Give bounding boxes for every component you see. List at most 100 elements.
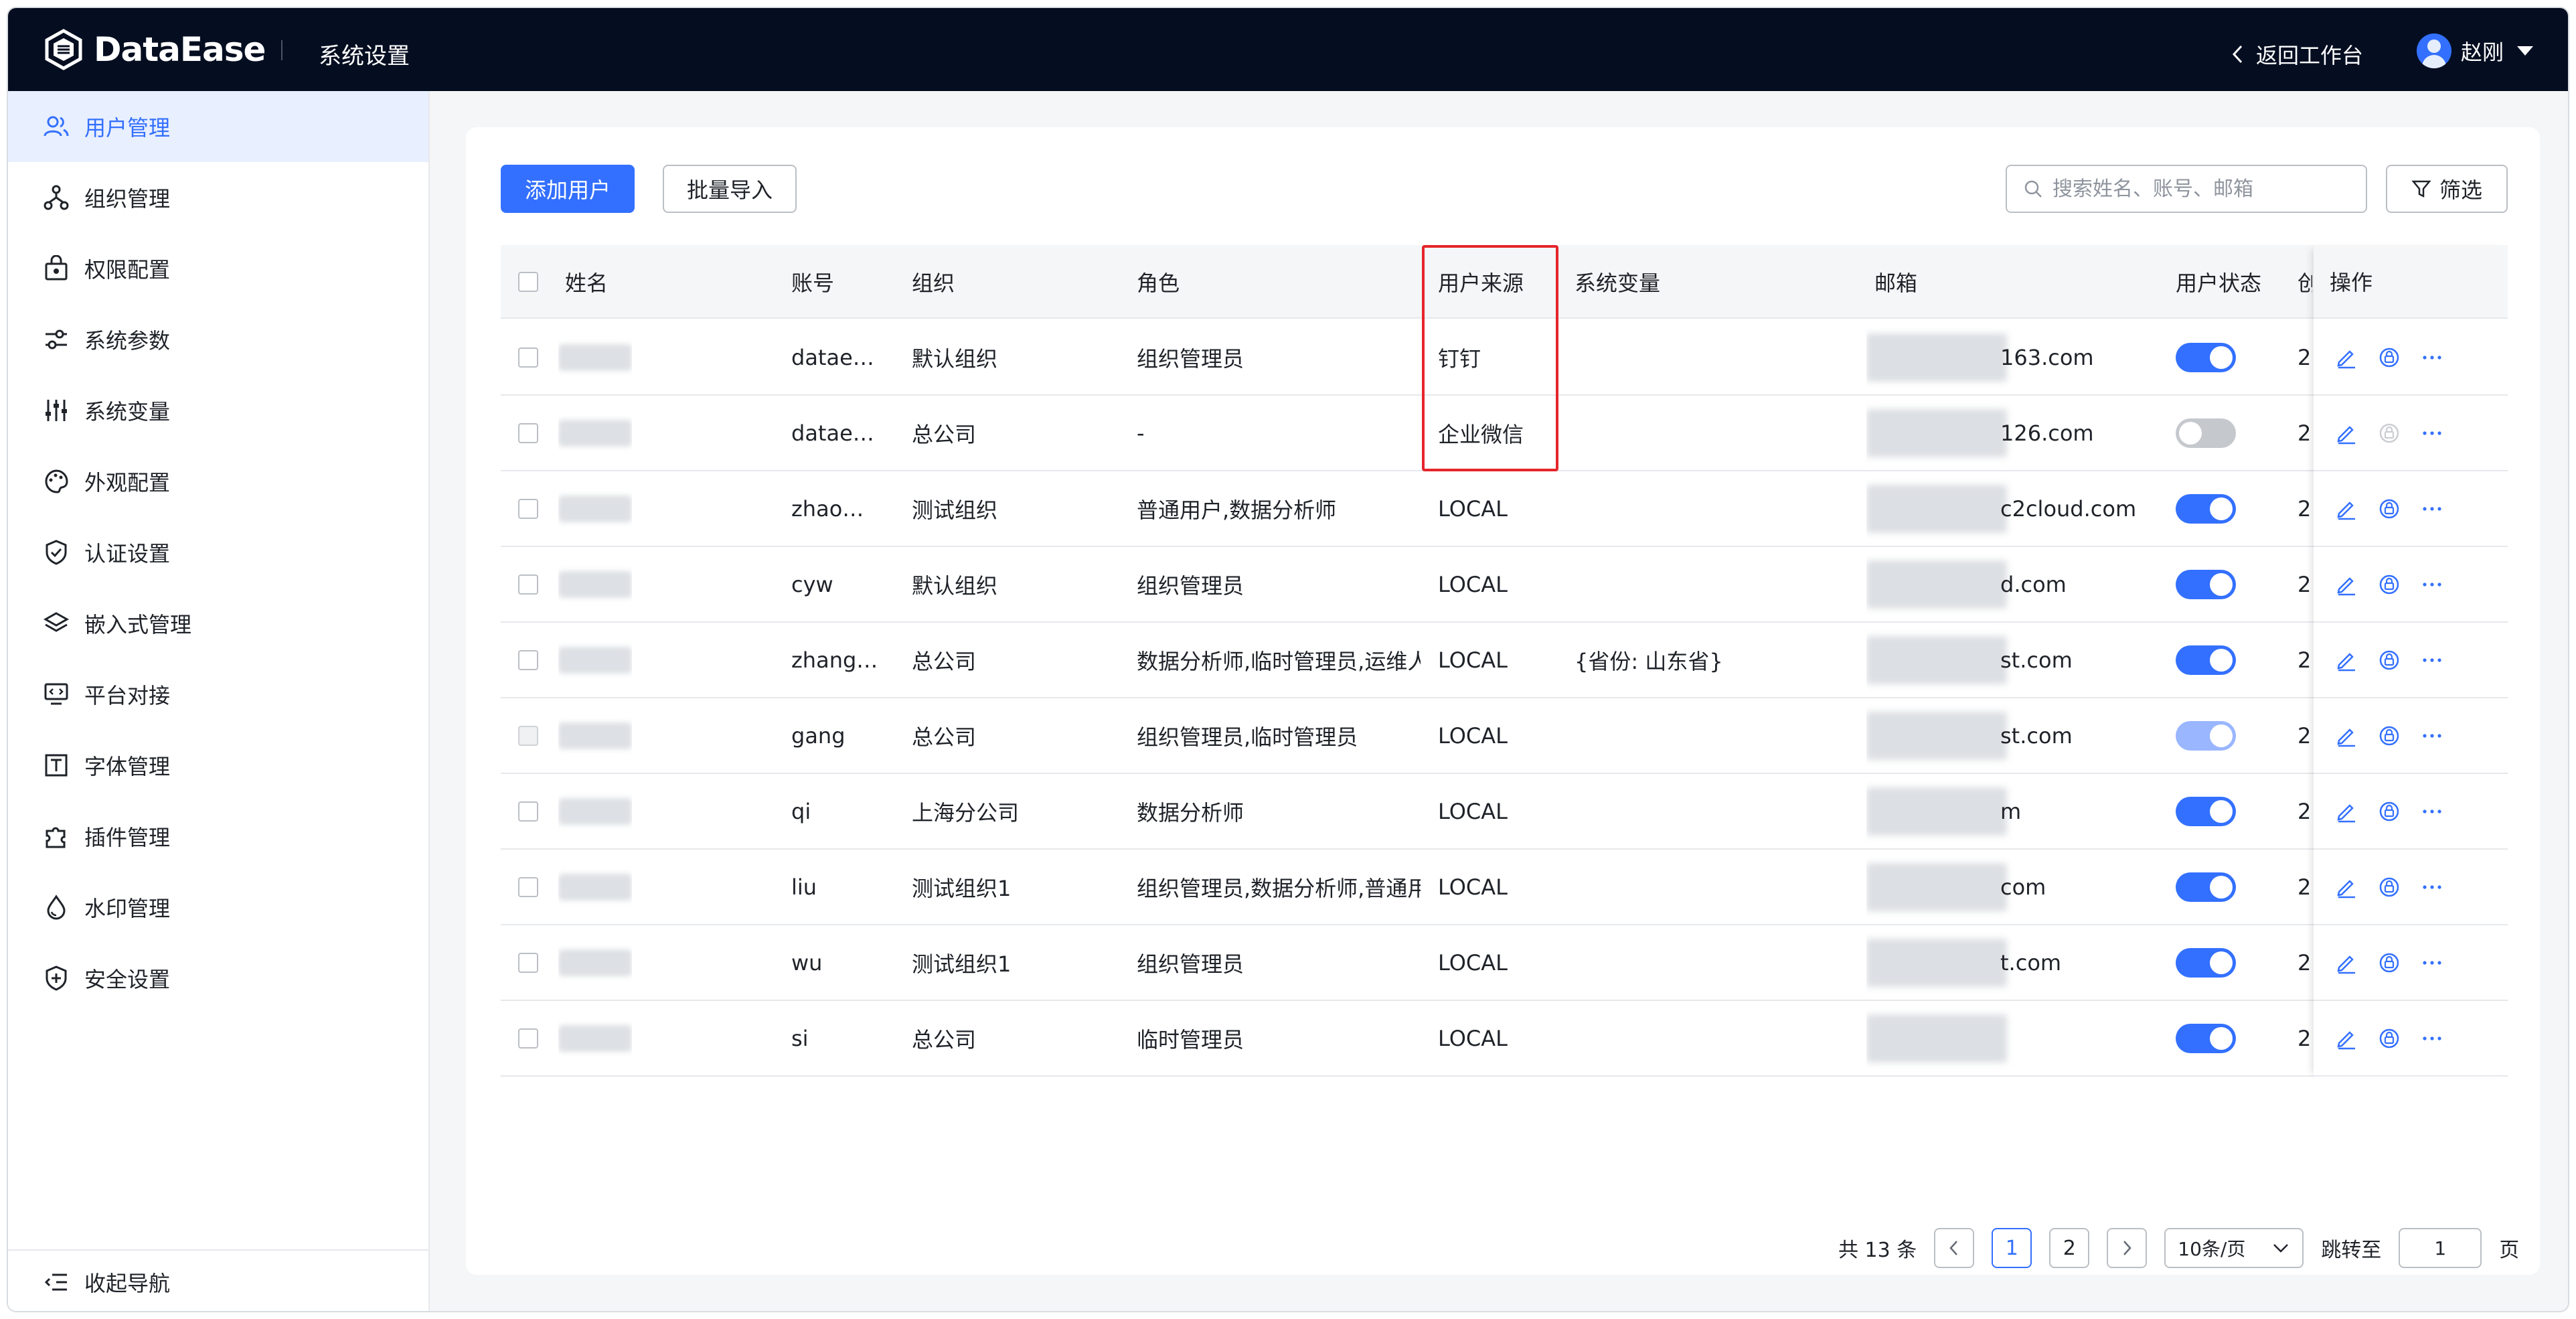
status-toggle[interactable] [2176,720,2236,751]
edit-icon[interactable] [2335,649,2358,672]
status-toggle[interactable] [2176,872,2236,902]
status-toggle[interactable] [2176,796,2236,826]
row-select-cell[interactable] [518,320,538,394]
logo[interactable]: DataEase [43,28,266,71]
status-toggle[interactable] [2176,1023,2236,1053]
edit-icon[interactable] [2335,346,2358,369]
edit-icon[interactable] [2335,422,2358,445]
sidebar-item-security[interactable]: 安全设置 [8,943,428,1014]
next-page-button[interactable] [2107,1228,2148,1268]
more-icon[interactable] [2421,497,2443,520]
reset-password-icon[interactable] [2378,497,2401,520]
sidebar-item-auth[interactable]: 认证设置 [8,517,428,588]
row-select-cell[interactable] [518,471,538,546]
row-select-cell[interactable] [518,698,538,773]
status-toggle[interactable] [2176,418,2236,448]
more-icon[interactable] [2421,649,2443,672]
filter-button[interactable]: 筛选 [2386,165,2508,213]
reset-password-icon[interactable] [2378,1027,2401,1050]
row-checkbox[interactable] [518,649,538,670]
status-toggle[interactable] [2176,947,2236,978]
row-select-cell[interactable] [518,396,538,470]
more-icon[interactable] [2421,346,2443,369]
more-icon[interactable] [2421,1027,2443,1050]
table-row[interactable]: zhang… 总公司 数据分析师,临时管理员,运维人 LOCAL {省份: 山东省} st… [501,623,2508,698]
edit-icon[interactable] [2335,876,2358,899]
collapse-nav-button[interactable]: 收起导航 [8,1249,428,1311]
sidebar-item-permission[interactable]: 权限配置 [8,233,428,304]
select-all-cell[interactable] [518,245,538,319]
jump-page-input[interactable]: 1 [2399,1228,2482,1268]
row-select-cell[interactable] [518,925,538,1000]
more-icon[interactable] [2421,422,2443,445]
edit-icon[interactable] [2335,1027,2358,1050]
status-toggle[interactable] [2176,569,2236,599]
add-user-button[interactable]: 添加用户 [501,165,635,213]
row-checkbox[interactable] [518,422,538,443]
row-checkbox[interactable] [518,801,538,822]
edit-icon[interactable] [2335,951,2358,974]
row-checkbox[interactable] [518,1028,538,1049]
cell-source: LOCAL [1438,798,1508,824]
more-icon[interactable] [2421,951,2443,974]
row-select-cell[interactable] [518,1001,538,1075]
table-row[interactable]: wu 测试组织1 组织管理员 LOCAL t.com 20 [501,925,2508,1001]
sidebar-item-platform[interactable]: 平台对接 [8,659,428,730]
reset-password-icon[interactable] [2378,573,2401,596]
operations-cell [2314,623,2508,698]
row-select-cell[interactable] [518,547,538,621]
prev-page-button[interactable] [1934,1228,1975,1268]
sidebar-item-embedded[interactable]: 嵌入式管理 [8,588,428,659]
back-to-workbench-button[interactable]: 返回工作台 [2229,39,2363,70]
table-row[interactable]: zhao… 测试组织 普通用户,数据分析师 LOCAL c2cloud.com 20 [501,471,2508,547]
table-row[interactable]: cyw 默认组织 组织管理员 LOCAL d.com 20 [501,547,2508,623]
sidebar-item-appearance[interactable]: 外观配置 [8,446,428,517]
sidebar-item-watermark[interactable]: 水印管理 [8,872,428,943]
reset-password-icon[interactable] [2378,422,2401,445]
sidebar-item-org-management[interactable]: 组织管理 [8,162,428,233]
more-icon[interactable] [2421,876,2443,899]
edit-icon[interactable] [2335,724,2358,747]
sidebar-item-system-params[interactable]: 系统参数 [8,304,428,375]
row-checkbox[interactable] [518,347,538,368]
table-row[interactable]: gang 总公司 组织管理员,临时管理员 LOCAL st.com 20 [501,698,2508,774]
sidebar-item-font[interactable]: 字体管理 [8,730,428,801]
reset-password-icon[interactable] [2378,951,2401,974]
search-input[interactable] [2052,177,2360,201]
reset-password-icon[interactable] [2378,346,2401,369]
row-checkbox[interactable] [518,498,538,519]
sidebar-item-plugin[interactable]: 插件管理 [8,801,428,872]
reset-password-icon[interactable] [2378,800,2401,823]
row-select-cell[interactable] [518,850,538,924]
status-toggle[interactable] [2176,342,2236,372]
edit-icon[interactable] [2335,573,2358,596]
row-checkbox[interactable] [518,725,538,746]
page-button-2[interactable]: 2 [2049,1228,2090,1268]
edit-icon[interactable] [2335,497,2358,520]
status-toggle[interactable] [2176,493,2236,524]
row-checkbox[interactable] [518,574,538,595]
reset-password-icon[interactable] [2378,724,2401,747]
table-row[interactable]: liu 测试组织1 组织管理员,数据分析师,普通用 LOCAL com 20 [501,850,2508,925]
sidebar-item-system-variables[interactable]: 系统变量 [8,375,428,446]
reset-password-icon[interactable] [2378,649,2401,672]
status-toggle[interactable] [2176,645,2236,675]
page-size-select[interactable]: 10条/页 [2164,1228,2304,1268]
more-icon[interactable] [2421,573,2443,596]
row-select-cell[interactable] [518,623,538,697]
table-row[interactable]: si 总公司 临时管理员 LOCAL 20 [501,1001,2508,1077]
row-checkbox[interactable] [518,952,538,973]
select-all-checkbox[interactable] [518,272,538,292]
user-menu[interactable]: 赵刚 [2417,33,2534,68]
edit-icon[interactable] [2335,800,2358,823]
sidebar-item-user-management[interactable]: 用户管理 [8,91,428,162]
row-checkbox[interactable] [518,876,538,897]
table-row[interactable]: qi 上海分公司 数据分析师 LOCAL m 20 [501,774,2508,850]
page-button-1[interactable]: 1 [1992,1228,2032,1268]
more-icon[interactable] [2421,800,2443,823]
cell-org: 上海分公司 [912,799,1020,826]
batch-import-button[interactable]: 批量导入 [663,165,797,213]
more-icon[interactable] [2421,724,2443,747]
reset-password-icon[interactable] [2378,876,2401,899]
row-select-cell[interactable] [518,774,538,848]
